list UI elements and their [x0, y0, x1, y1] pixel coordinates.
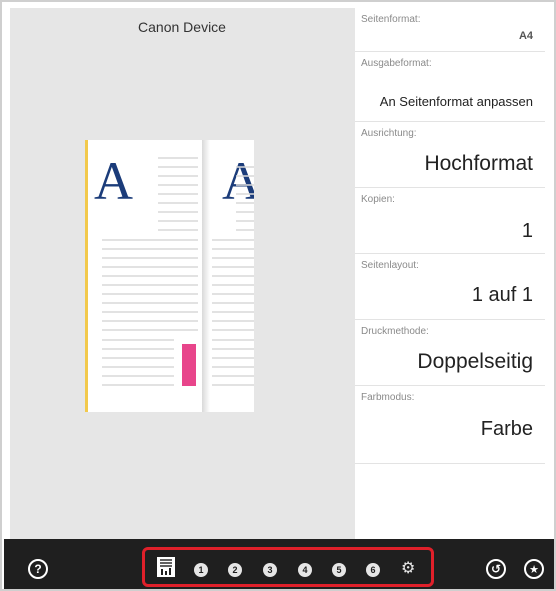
setting-value: 1 auf 1	[471, 284, 533, 306]
setting-label: Ausrichtung:	[361, 128, 417, 139]
setting-value: A4	[518, 30, 533, 42]
setting-value: An Seitenformat anpassen	[379, 94, 533, 109]
preview-page-right: A	[202, 140, 254, 412]
preview-page-left: A	[85, 140, 202, 412]
gear-icon[interactable]: ⚙	[401, 561, 415, 577]
highlight-frame	[142, 547, 434, 587]
setting-value: Hochformat	[424, 152, 533, 175]
setting-value: Farbe	[480, 418, 533, 440]
nav-page-5-button[interactable]: 5	[332, 563, 346, 577]
favorite-icon[interactable]: ★	[524, 559, 544, 579]
setting-label: Seitenformat:	[361, 14, 421, 25]
nav-page-2-button[interactable]: 2	[228, 563, 242, 577]
bottom-toolbar: ? 1 2 3 4 5 6 ⚙ ↺ ★	[4, 539, 554, 589]
text-lines-right	[212, 166, 254, 386]
setting-label: Kopien:	[361, 194, 395, 205]
setting-print-method[interactable]: Druckmethode: Doppelseitig	[355, 320, 545, 386]
setting-color-mode[interactable]: Farbmodus: Farbe	[355, 386, 545, 464]
setting-label: Seitenlayout:	[361, 260, 419, 271]
setting-paper-size[interactable]: Seitenformat: A4	[355, 8, 545, 52]
settings-pane: Seitenformat: A4 Ausgabeformat: An Seite…	[354, 8, 545, 539]
nav-page-1-button[interactable]: 1	[194, 563, 208, 577]
print-dialog: Canon Device A Seitenformat: A4 Ausgabef…	[0, 0, 556, 591]
pink-accent-bar	[182, 344, 196, 386]
setting-value: 1	[521, 220, 533, 242]
help-icon[interactable]: ?	[28, 559, 48, 579]
reset-icon[interactable]: ↺	[486, 559, 506, 579]
setting-label: Druckmethode:	[361, 326, 429, 337]
nav-page-4-button[interactable]: 4	[298, 563, 312, 577]
device-title: Canon Device	[138, 19, 226, 35]
preview-pane: Canon Device A	[10, 8, 354, 539]
document-preview-icon[interactable]	[157, 557, 175, 577]
setting-value: Doppelseitig	[417, 350, 533, 373]
setting-copies[interactable]: Kopien: 1	[355, 188, 545, 254]
nav-page-3-button[interactable]: 3	[263, 563, 277, 577]
setting-orientation[interactable]: Ausrichtung: Hochformat	[355, 122, 545, 188]
setting-output-size[interactable]: Ausgabeformat: An Seitenformat anpassen	[355, 52, 545, 122]
setting-label: Ausgabeformat:	[361, 58, 432, 69]
setting-label: Farbmodus:	[361, 392, 415, 403]
nav-page-6-button[interactable]: 6	[366, 563, 380, 577]
setting-page-layout[interactable]: Seitenlayout: 1 auf 1	[355, 254, 545, 320]
